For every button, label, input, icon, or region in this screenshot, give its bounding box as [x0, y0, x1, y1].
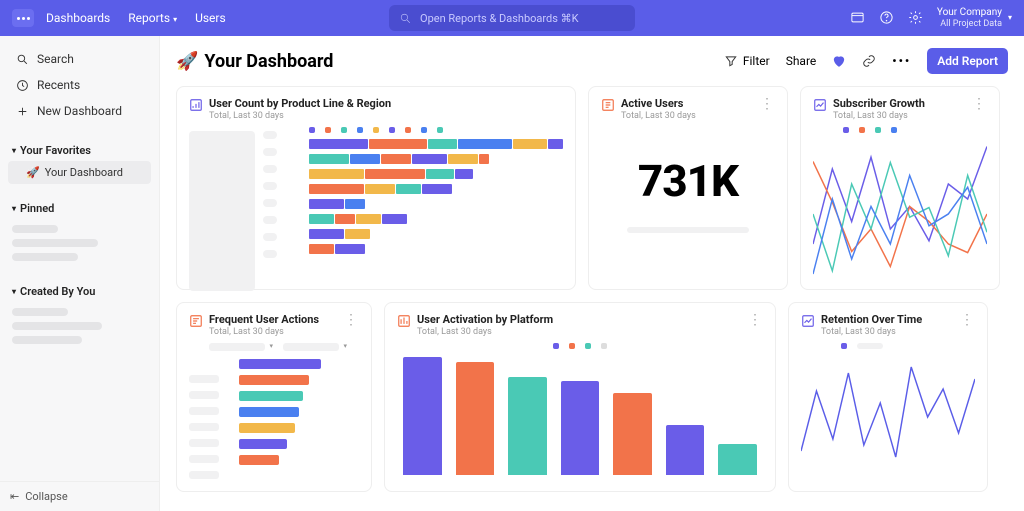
sidebar-pinned-header[interactable]: Pinned [8, 198, 151, 219]
sidebar-favorites-header[interactable]: Your Favorites [8, 140, 151, 161]
sidebar-created-header[interactable]: Created By You [8, 281, 151, 302]
card-subtitle: Total, Last 30 days [833, 111, 966, 121]
placeholder [189, 131, 255, 291]
nav-dashboards[interactable]: Dashboards [46, 11, 110, 25]
collapse-label: Collapse [25, 490, 67, 503]
placeholder [12, 225, 58, 233]
chart-icon [601, 98, 615, 112]
card-title: Frequent User Actions [209, 313, 338, 326]
clock-icon [16, 79, 29, 92]
card-subtitle: Total, Last 30 days [621, 111, 754, 121]
placeholder [12, 308, 68, 316]
sidebar-fav-label: Your Dashboard [45, 166, 123, 179]
chart-icon [801, 314, 815, 328]
sidebar-recents[interactable]: Recents [8, 72, 151, 98]
placeholder [12, 239, 98, 247]
card-title: User Activation by Platform [417, 313, 742, 326]
settings-icon[interactable] [908, 10, 923, 25]
dashboard-title-text: Your Dashboard [204, 51, 333, 72]
sidebar-search[interactable]: Search [8, 46, 151, 72]
collapse-sidebar[interactable]: ⇤ Collapse [0, 481, 159, 511]
placeholder [627, 227, 749, 233]
card-more-button[interactable]: ⋮ [960, 313, 975, 327]
dashboard-title: 🚀 Your Dashboard [176, 51, 333, 72]
placeholder [12, 336, 82, 344]
inbox-icon[interactable] [850, 10, 865, 25]
sidebar-fav-your-dashboard[interactable]: 🚀 Your Dashboard [8, 161, 151, 184]
sidebar-new-dashboard-label: New Dashboard [37, 104, 122, 118]
card-user-count: User Count by Product Line & Region Tota… [176, 86, 576, 290]
card-subtitle: Total, Last 30 days [209, 111, 563, 121]
legend [813, 127, 987, 133]
vertical-bar-chart [397, 355, 763, 475]
card-retention: Retention Over Time Total, Last 30 days … [788, 302, 988, 492]
placeholder [189, 375, 219, 479]
search-icon [399, 12, 412, 25]
search-icon [16, 53, 29, 66]
card-active-users: Active Users Total, Last 30 days ⋮ 731K [588, 86, 788, 290]
company-sub: All Project Data [937, 19, 1002, 30]
sidebar-new-dashboard[interactable]: New Dashboard [8, 98, 151, 124]
share-button[interactable]: Share [786, 54, 817, 68]
metric-value: 731K [601, 155, 775, 207]
card-title: Active Users [621, 97, 754, 110]
company-switcher[interactable]: Your Company All Project Data [937, 7, 1012, 30]
card-more-button[interactable]: ⋮ [344, 313, 359, 327]
card-user-activation: User Activation by Platform Total, Last … [384, 302, 776, 492]
filter-icon [724, 54, 738, 68]
company-name: Your Company [937, 7, 1002, 19]
chart-icon [189, 98, 203, 112]
card-more-button[interactable]: ⋮ [748, 313, 763, 327]
card-more-button[interactable]: ⋮ [760, 97, 775, 111]
search-placeholder: Open Reports & Dashboards ⌘K [420, 12, 579, 25]
app-logo[interactable] [12, 9, 34, 27]
link-icon[interactable] [862, 54, 876, 68]
legend [801, 343, 975, 349]
favorite-icon[interactable] [832, 54, 846, 68]
sidebar: Search Recents New Dashboard Your Favori… [0, 36, 160, 511]
chart-icon [813, 98, 827, 112]
sidebar-recents-label: Recents [37, 78, 80, 92]
chart-icon [189, 314, 203, 328]
filter-button[interactable]: Filter [724, 54, 770, 68]
collapse-icon: ⇤ [10, 490, 19, 503]
legend [397, 343, 763, 349]
nav-users[interactable]: Users [195, 11, 226, 25]
card-title: User Count by Product Line & Region [209, 97, 563, 110]
global-search[interactable]: Open Reports & Dashboards ⌘K [389, 5, 635, 31]
card-more-button[interactable]: ⋮ [972, 97, 987, 111]
card-subscriber-growth: Subscriber Growth Total, Last 30 days ⋮ [800, 86, 1000, 290]
nav-reports[interactable]: Reports [128, 11, 177, 25]
line-chart [813, 139, 987, 289]
rocket-icon: 🚀 [176, 51, 198, 72]
line-chart [801, 355, 975, 475]
dropdown-placeholders [189, 343, 359, 351]
help-icon[interactable] [879, 10, 894, 25]
card-subtitle: Total, Last 30 days [417, 327, 742, 337]
add-report-button[interactable]: Add Report [927, 48, 1008, 74]
chart-icon [397, 314, 411, 328]
placeholder [12, 322, 102, 330]
top-nav: Dashboards Reports Users Open Reports & … [0, 0, 1024, 36]
plus-icon [16, 105, 29, 118]
card-frequent-actions: Frequent User Actions Total, Last 30 day… [176, 302, 372, 492]
placeholder [263, 131, 277, 258]
card-title: Retention Over Time [821, 313, 954, 326]
sidebar-search-label: Search [37, 52, 74, 66]
placeholder [12, 253, 78, 261]
main-content: 🚀 Your Dashboard Filter Share ••• Add Re… [160, 36, 1024, 511]
more-button[interactable]: ••• [892, 54, 911, 68]
filter-label: Filter [743, 54, 770, 68]
rocket-icon: 🚀 [26, 166, 40, 179]
card-title: Subscriber Growth [833, 97, 966, 110]
card-subtitle: Total, Last 30 days [209, 327, 338, 337]
card-subtitle: Total, Last 30 days [821, 327, 954, 337]
